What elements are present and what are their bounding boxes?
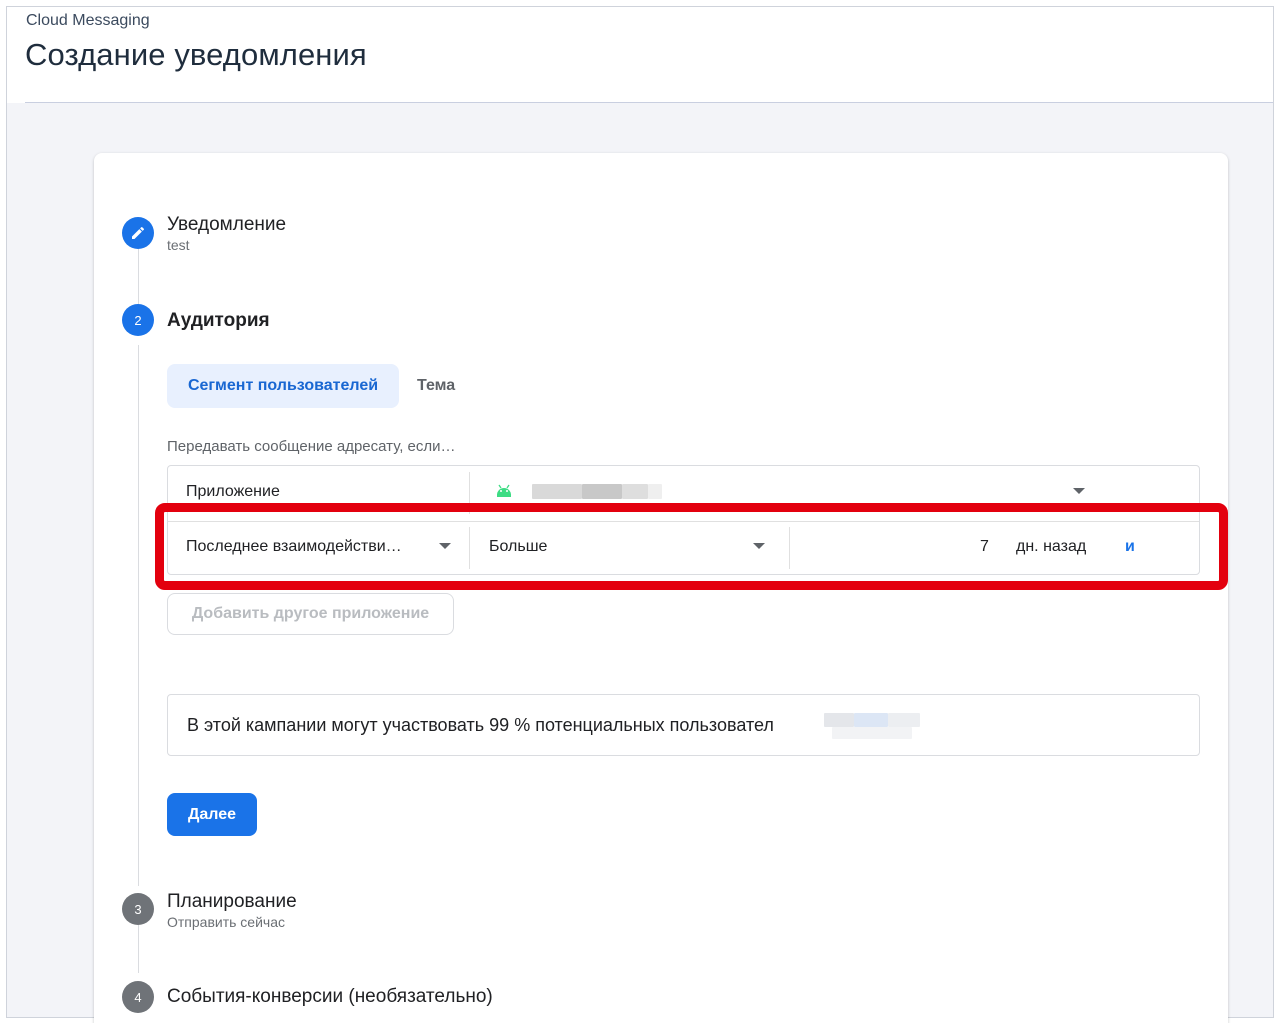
condition-highlight-frame [155,503,1228,590]
header-divider [25,102,1273,103]
stepper-rail [138,925,139,973]
step-1-subtitle: test [167,237,190,253]
android-icon [497,484,511,497]
step-3-number: 3 [122,893,154,925]
tab-topic[interactable]: Тема [417,364,455,408]
step-2-number: 2 [122,304,154,336]
audience-hint: Передавать сообщение адресату, если… [167,438,456,455]
next-button[interactable]: Далее [167,793,257,836]
step-1-edit-icon[interactable] [122,217,154,249]
app-label: Приложение [186,483,280,500]
step-3-title[interactable]: Планирование [167,891,297,913]
stepper-rail [138,345,139,886]
product-name: Cloud Messaging [26,12,150,29]
step-4-title[interactable]: События-конверсии (необязательно) [167,986,493,1008]
page-header: Cloud Messaging Создание уведомления [7,7,1273,103]
pencil-icon [132,226,145,239]
audience-estimate: В этой кампании могут участвовать 99 % п… [167,694,1200,756]
add-another-app-button[interactable]: Добавить другое приложение [167,593,454,635]
step-4-number: 4 [122,981,154,1013]
tab-user-segment[interactable]: Сегмент пользователей [167,364,399,408]
stepper-rail [138,249,139,305]
app-dropdown-caret[interactable] [1073,488,1085,494]
step-1-title[interactable]: Уведомление [167,214,286,236]
step-3-subtitle: Отправить сейчас [167,914,285,930]
step-2-title[interactable]: Аудитория [167,310,270,332]
page-title: Создание уведомления [25,37,367,72]
estimate-text: В этой кампании могут участвовать 99 % п… [187,715,774,735]
